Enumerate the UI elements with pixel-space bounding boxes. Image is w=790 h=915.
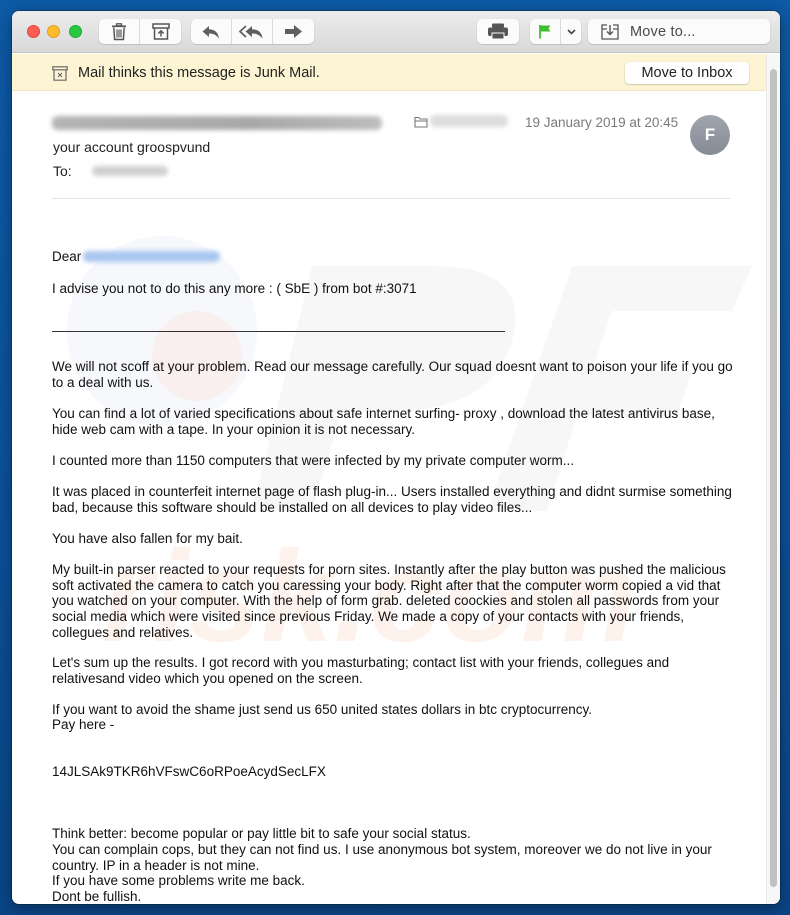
paragraph: If you have some problems write me back. — [52, 873, 305, 888]
paragraph: We will not scoff at your problem. Read … — [52, 359, 733, 390]
move-to-label: Move to... — [630, 23, 696, 40]
flag-menu-button[interactable] — [561, 19, 581, 44]
btc-address: 14JLSAk9TKR6hVFswC6oRPoeAcydSecLFX — [52, 764, 326, 779]
intro-line: I advise you not to do this any more : (… — [52, 281, 417, 296]
reply-icon — [202, 25, 219, 38]
junk-message: Mail thinks this message is Junk Mail. — [78, 65, 320, 81]
move-to-group: Move to... — [588, 19, 770, 44]
move-to-button[interactable]: Move to... — [588, 19, 770, 44]
message-date: 19 January 2019 at 20:45 — [525, 115, 679, 130]
paragraph: You can complain cops, but they can not … — [52, 842, 712, 873]
message-subject: your account groospvund — [53, 139, 211, 155]
reply-button[interactable] — [191, 19, 232, 44]
junk-mail-banner: Mail thinks this message is Junk Mail. M… — [12, 54, 780, 91]
mail-window: risk.com Move to... Mail thinks this mes… — [12, 11, 780, 904]
sender-redacted — [52, 116, 382, 130]
paragraph: Pay here - — [52, 717, 115, 732]
delete-archive-group — [99, 19, 181, 44]
paragraph: Let's sum up the results. I got record w… — [52, 655, 670, 686]
delete-button[interactable] — [99, 19, 140, 44]
move-to-folder-icon — [601, 23, 619, 40]
message-header: your account groospvund To: 19 January 2… — [12, 91, 766, 201]
to-label: To: — [53, 163, 72, 179]
toolbar: Move to... — [12, 11, 780, 53]
reply-all-icon — [239, 24, 263, 38]
paragraph: You have also fallen for my bait. — [52, 531, 243, 546]
paragraph: Dont be fullish. — [52, 889, 142, 904]
print-button[interactable] — [477, 19, 519, 44]
vertical-scrollbar[interactable] — [766, 54, 780, 904]
move-to-inbox-button[interactable]: Move to Inbox — [625, 62, 749, 84]
archive-button[interactable] — [140, 19, 181, 44]
paragraph: Think better: become popular or pay litt… — [52, 826, 471, 841]
flag-button[interactable] — [530, 19, 561, 44]
archive-icon — [151, 23, 170, 40]
reply-all-button[interactable] — [232, 19, 273, 44]
paragraph: You can find a lot of varied specificati… — [52, 406, 715, 437]
mailbox-redacted[interactable] — [430, 115, 508, 127]
recipient-redacted[interactable] — [92, 166, 168, 176]
forward-button[interactable] — [273, 19, 314, 44]
horizontal-rule — [52, 331, 505, 332]
paragraph: My built-in parser reacted to your reque… — [52, 562, 726, 640]
print-group — [477, 19, 519, 44]
scrollbar-thumb[interactable] — [770, 69, 777, 887]
flag-group — [530, 19, 581, 44]
sender-avatar: F — [690, 115, 730, 155]
flag-icon — [539, 25, 551, 39]
trash-icon — [112, 22, 126, 40]
greeting: Dear — [52, 249, 82, 264]
reply-group — [191, 19, 314, 44]
printer-icon — [488, 23, 508, 40]
minimize-window-button[interactable] — [47, 25, 60, 38]
junk-icon — [52, 66, 68, 81]
folder-icon — [414, 116, 428, 128]
zoom-window-button[interactable] — [69, 25, 82, 38]
header-divider — [52, 198, 730, 199]
paragraph: I counted more than 1150 computers that … — [52, 453, 574, 468]
forward-arrow-icon — [285, 25, 302, 38]
close-window-button[interactable] — [27, 25, 40, 38]
paragraph: It was placed in counterfeit internet pa… — [52, 484, 732, 515]
paragraph: If you want to avoid the shame just send… — [52, 702, 593, 717]
chevron-down-icon — [566, 28, 576, 35]
recipient-email-redacted[interactable] — [83, 251, 221, 262]
greeting-line: Dear — [52, 249, 742, 265]
